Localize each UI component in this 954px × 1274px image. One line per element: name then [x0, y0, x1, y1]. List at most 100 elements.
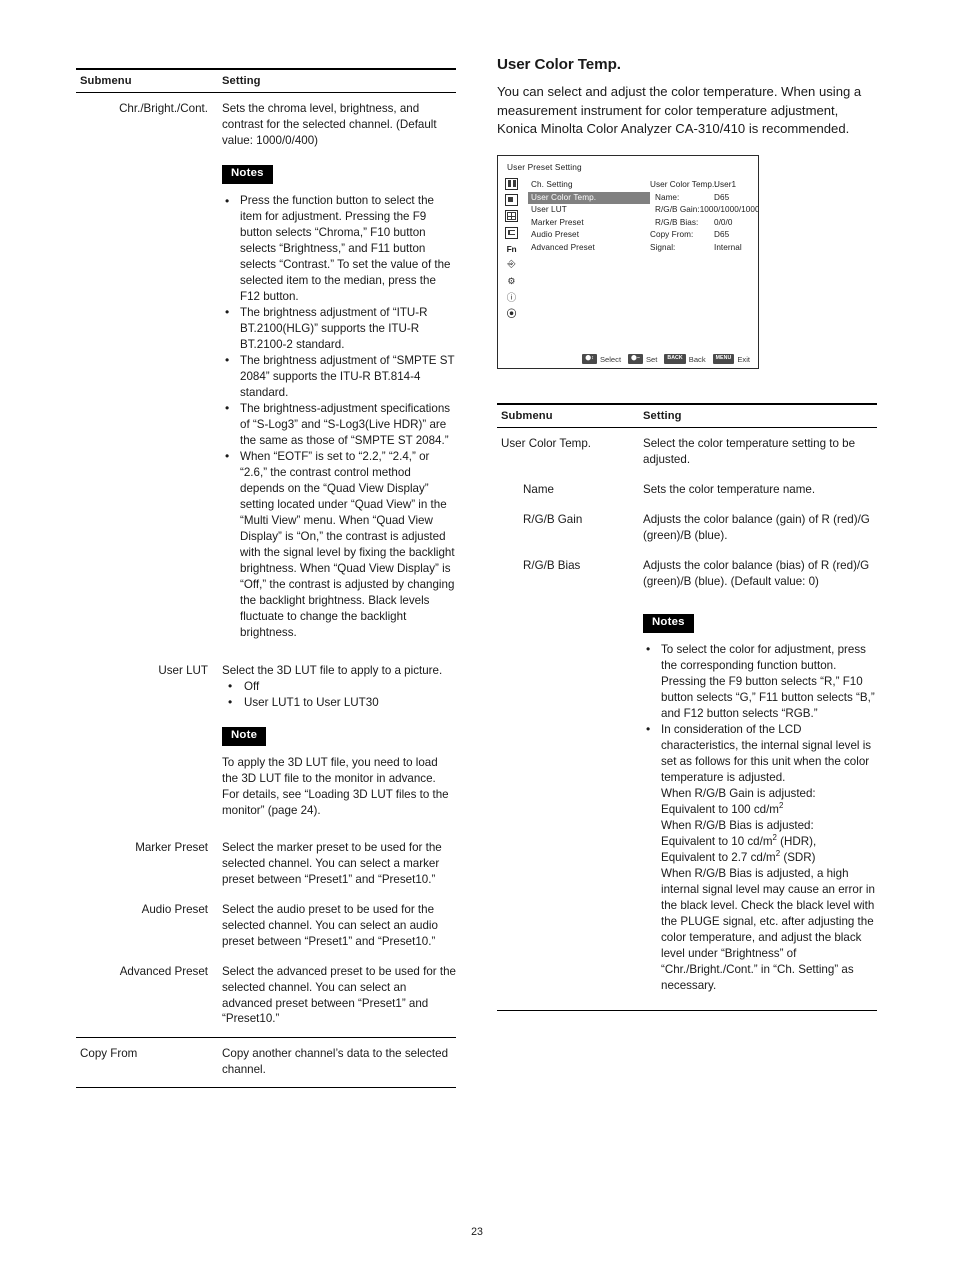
osd-field-copy-from: Copy From: D65 — [650, 229, 754, 242]
table-row: Advanced Preset Select the advanced pres… — [76, 956, 456, 1038]
row-setting-audio-preset: Select the audio preset to be used for t… — [222, 902, 438, 948]
osd-key-back: BACK Back — [664, 354, 706, 364]
document-page: Submenu Setting Chr./Bright./Cont. Sets … — [0, 0, 954, 1274]
osd-key-exit: MENU Exit — [712, 354, 750, 364]
note-body: To apply the 3D LUT file, you need to lo… — [222, 755, 449, 817]
notes-badge: Notes — [643, 613, 694, 633]
field-key: R/G/B Bias: — [655, 217, 699, 227]
level-icon[interactable] — [505, 226, 518, 239]
row-setting-advanced-preset: Select the advanced preset to be used fo… — [222, 964, 456, 1026]
right-column: User Color Temp. You can select and adju… — [497, 56, 877, 1011]
person-icon[interactable] — [505, 177, 518, 190]
row-setting-chr-bright-cont: Sets the chroma level, brightness, and c… — [218, 93, 456, 655]
row-label-rgb-bias: R/G/B Bias — [523, 558, 581, 572]
list-item: User LUT1 to User LUT30 — [222, 694, 456, 711]
list-item: To select the color for adjustment, pres… — [643, 641, 877, 722]
knob-press-badge-icon: ⬤– — [628, 354, 643, 364]
list-item: The brightness-adjustment specifications… — [222, 400, 456, 449]
row-setting-rgb-bias: Adjusts the color balance (bias) of R (r… — [639, 550, 877, 1010]
table-row: R/G/B Bias Adjusts the color balance (bi… — [497, 550, 877, 1010]
field-value: Internal — [714, 242, 742, 252]
list-item: Off — [222, 678, 456, 695]
lcd-note-intro: In consideration of the LCD characterist… — [661, 722, 872, 784]
prohibited-icon[interactable]: ⓘ — [505, 291, 518, 303]
row-label-rgb-gain: R/G/B Gain — [523, 512, 583, 526]
key-label: Select — [599, 354, 622, 364]
antenna-icon[interactable]: ⎆ — [505, 259, 518, 271]
osd-field-name: Name: D65 — [650, 192, 754, 205]
osd-menu-item-user-lut[interactable]: User LUT — [528, 204, 650, 217]
osd-field-signal: Signal: Internal — [650, 242, 754, 255]
setting-text: Sets the chroma level, brightness, and c… — [222, 102, 437, 147]
osd-field-rgb-gain: R/G/B Gain: 1000/1000/1000 — [650, 204, 758, 217]
column-header-setting: Setting — [222, 75, 261, 87]
lcd-note-gain-value: Equivalent to 100 cd/m2 — [661, 800, 784, 816]
lcd-note-bias-sdr: Equivalent to 2.7 cd/m2 (SDR) — [661, 848, 816, 864]
field-value: D65 — [714, 230, 730, 240]
osd-key-set: ⬤– Set — [628, 354, 657, 364]
field-key: Name: — [655, 192, 680, 202]
table-row: Marker Preset Select the marker preset t… — [76, 832, 456, 894]
list-item: Press the function button to select the … — [222, 193, 456, 305]
gear-icon[interactable]: ⚙ — [505, 275, 518, 287]
info-icon[interactable]: ⦿ — [505, 307, 518, 320]
lcd-note-black-level: When R/G/B Bias is adjusted, a high inte… — [661, 866, 875, 992]
table-row: Chr./Bright./Cont. Sets the chroma level… — [76, 93, 456, 655]
multiview-grid-icon[interactable] — [505, 210, 518, 223]
table-bottom-rule — [497, 1010, 877, 1011]
osd-menu-item-marker-preset[interactable]: Marker Preset — [528, 217, 650, 230]
field-value: User1 — [714, 179, 737, 189]
right-settings-table: Submenu Setting User Color Temp. Select … — [497, 403, 877, 1011]
column-header-submenu: Submenu — [80, 75, 132, 87]
setting-text: Select the 3D LUT file to apply to a pic… — [222, 663, 443, 677]
field-key: Copy From: — [650, 230, 694, 240]
osd-menu-list: Ch. Setting User Color Temp. User LUT Ma… — [528, 179, 650, 255]
setting-text: Adjusts the color balance (bias) of R (r… — [643, 558, 870, 588]
row-setting-name: Sets the color temperature name. — [643, 482, 816, 496]
field-value: D65 — [714, 192, 730, 202]
row-setting-copy-from: Copy another channel’s data to the selec… — [222, 1047, 449, 1077]
list-item: When “EOTF” is set to “2.2,” “2.4,” or “… — [222, 448, 456, 641]
list-item: The brightness adjustment of “SMPTE ST 2… — [222, 352, 456, 401]
osd-menu-item-ch-setting[interactable]: Ch. Setting — [528, 179, 650, 192]
lcd-note-bias-hdr: Equivalent to 10 cd/m2 (HDR), — [661, 832, 817, 848]
left-column: Submenu Setting Chr./Bright./Cont. Sets … — [76, 68, 456, 1088]
picture-icon[interactable] — [505, 194, 518, 207]
page-number: 23 — [471, 1226, 483, 1238]
row-setting-user-lut: Select the 3D LUT file to apply to a pic… — [218, 655, 456, 832]
table-row: User Color Temp. Select the color temper… — [497, 427, 877, 473]
osd-field-rgb-bias: R/G/B Bias: 0/0/0 — [650, 217, 754, 230]
osd-title: User Preset Setting — [507, 161, 582, 172]
lcd-note-bias-label: When R/G/B Bias is adjusted: — [661, 818, 814, 832]
osd-menu-item-user-color-temp[interactable]: User Color Temp. — [528, 191, 650, 205]
row-setting-marker-preset: Select the marker preset to be used for … — [222, 840, 442, 886]
back-badge-icon: BACK — [664, 354, 686, 364]
notes-list: Press the function button to select the … — [222, 193, 456, 641]
notes-badge: Notes — [222, 164, 273, 185]
page-title: User Color Temp. — [497, 56, 621, 73]
row-label-user-lut: User LUT — [158, 663, 208, 677]
column-header-setting: Setting — [643, 409, 682, 422]
row-label-chr-bright-cont: Chr./Bright./Cont. — [119, 102, 208, 115]
table-row: Audio Preset Select the audio preset to … — [76, 894, 456, 956]
osd-status-bar: ⬤↕ Select ⬤– Set BACK Back MENU Exit — [498, 354, 758, 364]
note-badge: Note — [222, 726, 267, 746]
key-label: Back — [688, 354, 706, 364]
menu-badge-icon: MENU — [712, 354, 735, 364]
notes-list: To select the color for adjustment, pres… — [643, 641, 877, 994]
osd-menu-item-advanced-preset[interactable]: Advanced Preset — [528, 242, 650, 255]
osd-menu-item-audio-preset[interactable]: Audio Preset — [528, 229, 650, 242]
fn-icon[interactable]: Fn — [505, 243, 518, 255]
user-lut-options: Off User LUT1 to User LUT30 — [222, 678, 456, 711]
field-value: 1000/1000/1000 — [699, 205, 759, 215]
osd-menu-screenshot: User Preset Setting Fn ⎆ ⚙ ⓘ ⦿ Ch. Setti… — [497, 154, 759, 369]
osd-field-user-color-temp: User Color Temp.: User1 — [650, 179, 754, 192]
row-label-advanced-preset: Advanced Preset — [119, 964, 208, 978]
lcd-note-gain-label: When R/G/B Gain is adjusted: — [661, 786, 816, 800]
list-item: The brightness adjustment of “ITU-R BT.2… — [222, 304, 456, 353]
